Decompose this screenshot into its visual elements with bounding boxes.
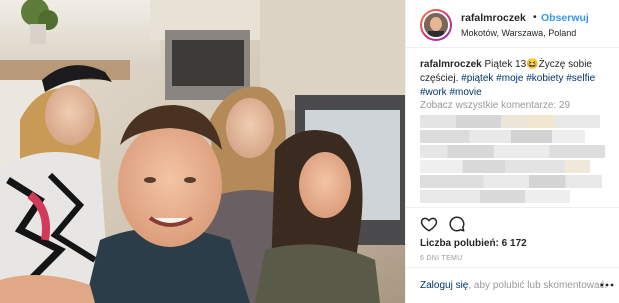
- blurred-comment: [420, 160, 590, 173]
- blurred-comment: [420, 145, 605, 158]
- blurred-comment: [420, 190, 570, 203]
- hashtag[interactable]: #kobiety: [526, 73, 563, 84]
- more-options-icon[interactable]: [600, 278, 614, 292]
- avatar-image: [422, 11, 450, 39]
- login-prompt-bar: Zaloguj się, aby polubić lub skomentować…: [406, 267, 619, 303]
- post-photo[interactable]: [0, 0, 405, 303]
- post-actions: Liczba polubień: 6 172 6 DNI TEMU Zalogu…: [406, 207, 619, 303]
- follow-button[interactable]: Obserwuj: [541, 12, 589, 24]
- blurred-comment: [420, 130, 585, 143]
- comments-list-blurred: [420, 115, 610, 207]
- likes-count[interactable]: Liczba polubień: 6 172: [420, 238, 527, 249]
- heart-icon[interactable]: [420, 215, 438, 233]
- blurred-comment: [420, 175, 602, 188]
- login-link[interactable]: Zaloguj się: [420, 280, 468, 291]
- blurred-comment: [420, 115, 600, 128]
- hashtag[interactable]: #piątek: [461, 73, 493, 84]
- hashtag[interactable]: #moje: [496, 73, 523, 84]
- post-side-panel: rafalmroczek • Obserwuj Mokotów, Warszaw…: [405, 0, 619, 303]
- username-link[interactable]: rafalmroczek: [461, 12, 526, 24]
- avatar[interactable]: [420, 9, 452, 41]
- hashtag[interactable]: #work: [420, 87, 447, 98]
- caption-username[interactable]: rafalmroczek: [420, 59, 482, 70]
- view-all-comments-link[interactable]: Zobacz wszystkie komentarze: 29: [420, 100, 570, 111]
- likes-number: 6 172: [501, 238, 527, 249]
- login-prompt: Zaloguj się, aby polubić lub skomentować…: [420, 280, 607, 291]
- separator-dot: •: [533, 11, 537, 23]
- selfie-image: [0, 0, 405, 303]
- post-caption: rafalmroczek Piątek 13😆Życzę sobie częśc…: [420, 58, 610, 100]
- login-prompt-text: , aby polubić lub skomentować.: [468, 280, 608, 291]
- post-timestamp: 6 DNI TEMU: [420, 255, 463, 262]
- hashtag[interactable]: #movie: [449, 87, 481, 98]
- location-link[interactable]: Mokotów, Warszawa, Poland: [461, 28, 576, 38]
- likes-label: Liczba polubień:: [420, 238, 499, 249]
- post-header: rafalmroczek • Obserwuj Mokotów, Warszaw…: [406, 0, 619, 48]
- comment-icon[interactable]: [448, 215, 466, 233]
- hashtag[interactable]: #selfie: [566, 73, 595, 84]
